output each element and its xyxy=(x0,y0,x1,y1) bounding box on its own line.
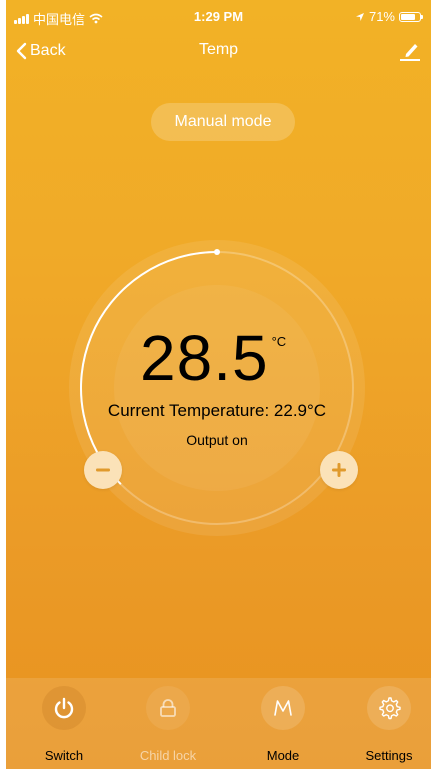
edit-icon xyxy=(400,44,420,61)
nav-bar: Back Temp xyxy=(6,34,431,68)
switch-circle xyxy=(42,686,86,730)
setpoint-unit: °C xyxy=(271,334,287,349)
tab-switch-label: Switch xyxy=(44,748,84,763)
mode-m-icon xyxy=(274,700,292,716)
current-temperature: Current Temperature: 22.9°C xyxy=(107,401,327,420)
tab-settings[interactable]: Settings xyxy=(344,686,434,766)
edit-button[interactable] xyxy=(395,36,425,66)
output-status: Output on xyxy=(186,432,248,448)
decrease-button[interactable] xyxy=(84,451,122,489)
lock-icon xyxy=(160,699,176,717)
bottom-tab-bar: Switch Child lock Mode Settings xyxy=(6,678,431,769)
plus-icon xyxy=(332,463,346,477)
tab-settings-label: Settings xyxy=(365,748,413,763)
tab-child-lock[interactable]: Child lock xyxy=(123,686,213,766)
location-arrow-icon xyxy=(355,12,364,21)
tab-child-lock-label: Child lock xyxy=(139,748,197,763)
page-title: Temp xyxy=(198,41,239,58)
power-icon xyxy=(54,697,74,719)
mode-circle xyxy=(261,686,305,730)
minus-icon xyxy=(96,468,110,472)
tab-mode-label: Mode xyxy=(266,748,300,763)
battery-percent: 71% xyxy=(368,9,395,24)
settings-circle xyxy=(367,686,411,730)
manual-mode-button[interactable]: Manual mode xyxy=(151,103,295,141)
child-lock-circle xyxy=(146,686,190,730)
increase-button[interactable] xyxy=(320,451,358,489)
status-right: 71% xyxy=(355,9,423,24)
setpoint-display: 28.5 °C xyxy=(140,322,286,394)
status-bar: 中国电信 1:29 PM 71% xyxy=(6,0,431,34)
battery-icon xyxy=(399,11,423,22)
tab-switch[interactable]: Switch xyxy=(19,686,109,766)
tab-mode[interactable]: Mode xyxy=(238,686,328,766)
gear-icon xyxy=(379,697,401,720)
setpoint-value: 28.5 xyxy=(140,322,269,394)
